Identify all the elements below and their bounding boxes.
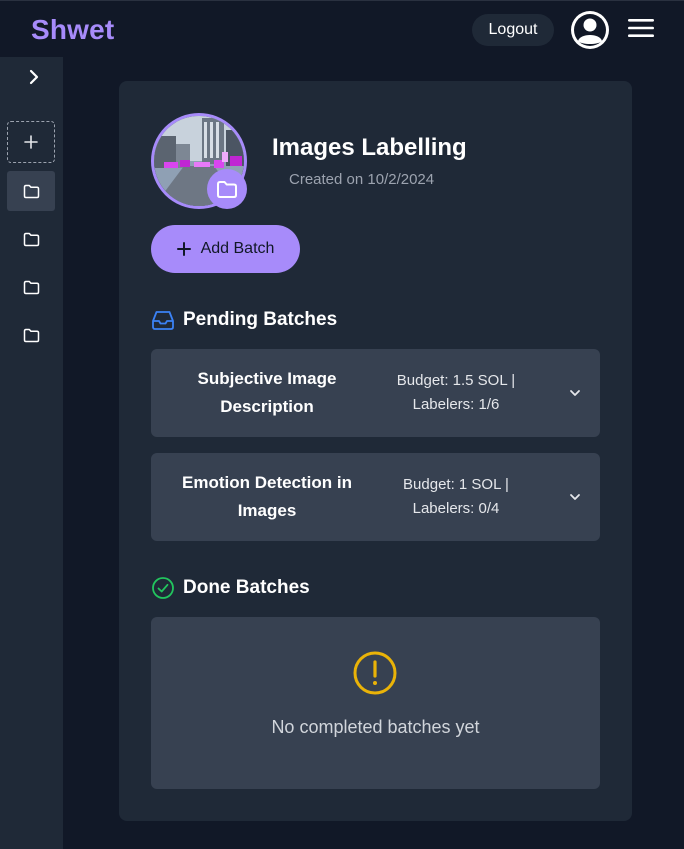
logout-button[interactable]: Logout [472,14,554,46]
sidebar-folder-3[interactable] [7,267,55,307]
add-batch-button[interactable]: Add Batch [151,225,300,273]
done-batches-title: Done Batches [183,577,310,598]
project-title: Images Labelling [272,134,467,161]
folder-icon [23,232,39,246]
batch-meta: Budget: 1.5 SOL | Labelers: 1/6 [383,349,529,437]
empty-state: No completed batches yet [151,617,600,789]
pending-batches-heading: Pending Batches [151,309,337,331]
sidebar-folder-2[interactable] [7,219,55,259]
plus-icon [176,242,191,256]
folder-icon [23,328,39,342]
folder-icon [23,280,39,294]
folder-icon [217,180,237,198]
folder-icon [23,184,39,198]
top-navbar: Shwet Logout [0,0,684,57]
batch-card[interactable]: Subjective Image Description Budget: 1.5… [151,349,600,437]
exclamation-circle-icon [353,651,397,695]
empty-state-text: No completed batches yet [271,717,480,737]
check-circle-icon [152,577,174,599]
chevron-down-icon[interactable] [567,385,583,401]
user-circle-icon[interactable] [570,10,610,50]
add-batch-label: Add Batch [200,240,275,257]
batch-budget: Budget: 1.5 SOL | [396,372,516,389]
plus-icon [24,135,38,149]
batch-labelers: Labelers: 0/4 [412,500,500,517]
sidebar-folder-4[interactable] [7,315,55,355]
batch-name: Emotion Detection in Images [182,473,352,520]
project-created-date: Created on 10/2/2024 [289,171,435,188]
add-project-button[interactable] [7,121,55,163]
batch-name: Subjective Image Description [197,369,337,416]
sidebar [0,57,63,849]
batch-card[interactable]: Emotion Detection in Images Budget: 1 SO… [151,453,600,541]
batch-budget: Budget: 1 SOL | [403,476,509,493]
chevron-right-icon[interactable] [24,67,44,87]
chevron-down-icon[interactable] [567,489,583,505]
hamburger-menu-icon[interactable] [627,16,655,40]
batch-labelers: Labelers: 1/6 [412,396,500,413]
batch-meta: Budget: 1 SOL | Labelers: 0/4 [383,453,529,541]
sidebar-folder-1[interactable] [7,171,55,211]
inbox-icon [152,311,174,330]
pending-batches-title: Pending Batches [183,309,338,330]
project-folder-badge [207,169,247,209]
brand-logo[interactable]: Shwet [31,14,114,46]
done-batches-heading: Done Batches [151,576,310,600]
